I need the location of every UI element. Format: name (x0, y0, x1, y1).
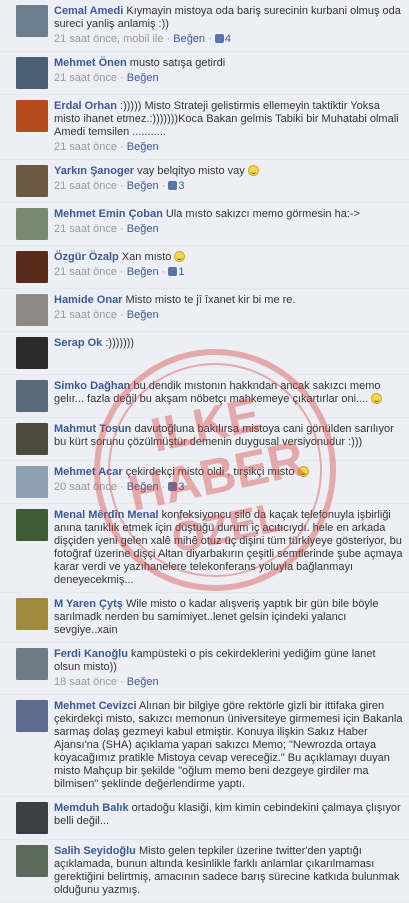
like-link[interactable]: Beğen (127, 676, 159, 688)
comment-time: 21 saat önce (54, 223, 117, 235)
comment-text: Ula mısto sakızcı memo görmesin ha:-> (165, 208, 360, 220)
like-link[interactable]: Beğen (127, 180, 159, 192)
comment-time: 21 saat önce (54, 266, 117, 278)
comment: Mehmet Acar çekirdekçi misto oldi , tırş… (0, 461, 409, 504)
like-count[interactable]: 1 (168, 266, 185, 278)
comment-time: 21 saat önce, mobil ile (54, 33, 164, 45)
commenter-name[interactable]: Cemal Amedi (54, 5, 123, 17)
comment-text: :))))))) (105, 337, 135, 349)
thumbs-up-icon (168, 267, 178, 276)
avatar[interactable] (16, 100, 48, 132)
like-link[interactable]: Beğen (127, 72, 159, 84)
thumbs-up-icon (168, 482, 178, 491)
comment: M Yaren Çytş Wile misto o kadar alışveri… (0, 593, 409, 643)
commenter-name[interactable]: Yarkın Şanoger (54, 165, 134, 177)
commenter-name[interactable]: Memduh Balık (54, 802, 129, 814)
avatar[interactable] (16, 845, 48, 877)
commenter-name[interactable]: Mahmut Tosun (54, 423, 131, 435)
avatar[interactable] (16, 700, 48, 732)
like-count[interactable]: 4 (214, 33, 231, 45)
commenter-name[interactable]: Serap Ok (54, 337, 102, 349)
smiley-icon (297, 466, 309, 477)
comment-time: 21 saat önce (54, 141, 117, 153)
comment: Erdal Orhan :))))) Misto Strateji gelist… (0, 95, 409, 160)
avatar[interactable] (16, 337, 48, 369)
comment-time: 20 saat önce (54, 481, 117, 493)
commenter-name[interactable]: Mehmet Cevizci (54, 700, 137, 712)
comment: Ferdi Kanoğlu kampüsteki o pis cekirdekl… (0, 643, 409, 695)
avatar[interactable] (16, 57, 48, 89)
avatar[interactable] (16, 380, 48, 412)
smiley-icon (174, 251, 186, 262)
commenter-name[interactable]: Mehmet Önen (54, 57, 127, 69)
commenter-name[interactable]: Mehmet Emin Çoban (54, 208, 163, 220)
comment-time: 18 saat önce (54, 676, 117, 688)
comment: Mehmet Emin Çoban Ula mısto sakızcı memo… (0, 203, 409, 246)
comment: Menal Mêrdîn Menal konfeksiyoncu silo da… (0, 504, 409, 593)
avatar[interactable] (16, 5, 48, 37)
avatar[interactable] (16, 294, 48, 326)
comment-text: Xan mısto (121, 251, 172, 263)
comment-time: 21 saat önce (54, 180, 117, 192)
avatar[interactable] (16, 598, 48, 630)
comment: Cemal Amedi Kıymayin mistoya oda bariş s… (0, 0, 409, 52)
like-count[interactable]: 3 (168, 481, 185, 493)
like-count[interactable]: 3 (168, 180, 185, 192)
comment: Yarkın Şanoger vay belqityo misto vay 21… (0, 160, 409, 203)
comment: Mahmut Tosun davutoğluna bakılırsa misto… (0, 418, 409, 461)
commenter-name[interactable]: Salih Seyidoğlu (54, 845, 136, 857)
comment-text: musto satışa getirdi (129, 57, 226, 69)
avatar[interactable] (16, 466, 48, 498)
smiley-icon (247, 165, 259, 176)
comment-time: 21 saat önce (54, 309, 117, 321)
avatar[interactable] (16, 423, 48, 455)
like-link[interactable]: Beğen (127, 141, 159, 153)
comment: Memduh Balık ortadoğu klasiği, kim kimin… (0, 797, 409, 840)
commenter-name[interactable]: Menal Mêrdîn Menal (54, 509, 159, 521)
like-link[interactable]: Beğen (127, 481, 159, 493)
comment-time: 21 saat önce (54, 72, 117, 84)
comment-text: çekirdekçi misto oldi , tırşikçi mısto (125, 466, 295, 478)
commenter-name[interactable]: Mehmet Acar (54, 466, 123, 478)
smiley-icon (371, 393, 383, 404)
avatar[interactable] (16, 251, 48, 283)
like-link[interactable]: Beğen (127, 266, 159, 278)
commenter-name[interactable]: Simko Dağhan (54, 380, 130, 392)
commenter-name[interactable]: Ferdi Kanoğlu (54, 648, 128, 660)
comment-text: vay belqityo misto vay (137, 165, 245, 177)
comment-text: Misto misto te jî îxanet kir bi me re. (125, 294, 296, 306)
commenter-name[interactable]: Erdal Orhan (54, 100, 117, 112)
comment: Özgür Özalp Xan mısto 21 saat önce · Beğ… (0, 246, 409, 289)
commenter-name[interactable]: M Yaren Çytş (54, 598, 123, 610)
like-link[interactable]: Beğen (127, 223, 159, 235)
comment: Serap Ok :))))))) (0, 332, 409, 375)
comment: Mehmet Önen musto satışa getirdi 21 saat… (0, 52, 409, 95)
thumbs-up-icon (214, 34, 224, 43)
avatar[interactable] (16, 165, 48, 197)
comment: Simko Dağhan bu dendik mıstonın hakkndan… (0, 375, 409, 418)
like-link[interactable]: Beğen (127, 309, 159, 321)
commenter-name[interactable]: Hamide Onar (54, 294, 122, 306)
avatar[interactable] (16, 802, 48, 834)
avatar[interactable] (16, 208, 48, 240)
avatar[interactable] (16, 648, 48, 680)
commenter-name[interactable]: Özgür Özalp (54, 251, 119, 263)
comment-text: Alınan bir bilgiye göre rektörle gizli b… (54, 700, 403, 790)
comment: Mehmet Cevizci Alınan bir bilgiye göre r… (0, 695, 409, 797)
like-link[interactable]: Beğen (173, 33, 205, 45)
comment-feed: Cemal Amedi Kıymayin mistoya oda bariş s… (0, 0, 409, 903)
comment: Hamide Onar Misto misto te jî îxanet kir… (0, 289, 409, 332)
avatar[interactable] (16, 509, 48, 541)
thumbs-up-icon (168, 181, 178, 190)
